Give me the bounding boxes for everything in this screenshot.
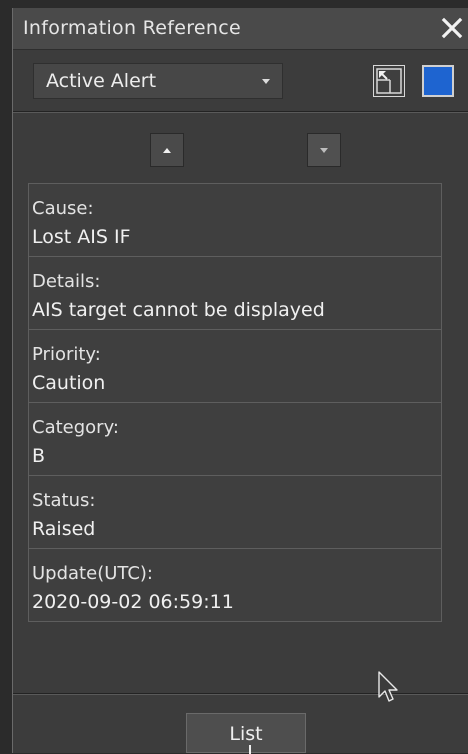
detail-row-update: Update(UTC): 2020-09-02 06:59:11 [29,549,441,621]
title-bar: Information Reference [13,8,468,50]
list-button-label: List [229,723,263,745]
dropdown-value: Active Alert [46,70,157,92]
blue-square-button[interactable] [422,65,454,97]
detail-value: Raised [32,518,96,540]
detail-row-cause: Cause: Lost AIS IF [29,184,441,257]
window-restore-icon [376,68,402,94]
alert-type-dropdown[interactable]: Active Alert [33,63,283,99]
close-button[interactable] [437,12,467,44]
detach-window-button[interactable] [373,65,405,97]
detail-label: Cause: [32,198,94,219]
detail-row-category: Category: B [29,403,441,476]
detail-value: Lost AIS IF [32,226,131,248]
detail-label: Details: [32,271,101,292]
info-reference-panel: Information Reference Active Alert Cause… [12,8,468,754]
close-icon [441,17,463,39]
detail-label: Status: [32,490,96,511]
detail-label: Update(UTC): [32,563,153,584]
detail-label: Priority: [32,344,101,365]
chevron-down-icon [262,79,270,84]
detail-label: Category: [32,417,119,438]
next-alert-button[interactable] [307,133,341,167]
alert-details-table: Cause: Lost AIS IF Details: AIS target c… [28,183,442,622]
detail-row-priority: Priority: Caution [29,330,441,403]
arrow-up-icon [163,147,171,153]
window-title: Information Reference [23,17,241,39]
detail-value: 2020-09-02 06:59:11 [32,591,234,613]
detail-row-status: Status: Raised [29,476,441,549]
detail-value: B [32,445,46,467]
detail-value: Caution [32,372,106,394]
mouse-pointer-icon [378,671,398,702]
previous-alert-button[interactable] [150,133,184,167]
detail-row-details: Details: AIS target cannot be displayed [29,257,441,330]
divider [13,111,468,113]
detail-value: AIS target cannot be displayed [32,299,325,321]
arrow-down-icon [320,147,328,153]
list-button[interactable]: List [186,713,306,754]
